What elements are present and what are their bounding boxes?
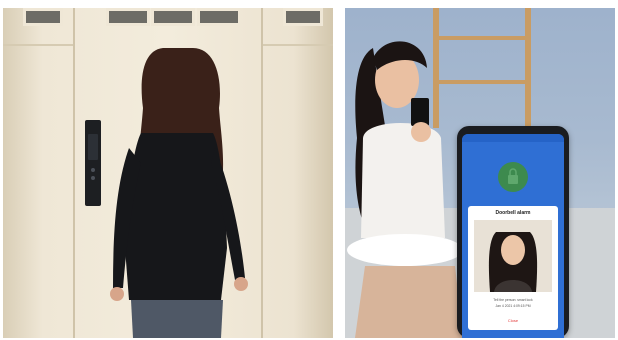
- door-rail: [263, 44, 333, 46]
- close-button[interactable]: Close: [492, 316, 534, 325]
- app-screen: Doorbell alarm Tell the person: smart lo…: [462, 134, 564, 338]
- visitor-portrait: [474, 220, 552, 292]
- keypad-dot: [91, 168, 95, 172]
- keypad-dot: [91, 176, 95, 180]
- app-header: [462, 143, 564, 153]
- dialog-message: Tell the person: smart lock: [493, 298, 533, 302]
- padlock-icon: [508, 168, 518, 184]
- door-photo: [3, 8, 333, 338]
- bookshelf: [525, 8, 531, 128]
- keypad: [88, 134, 98, 160]
- transom-window: [151, 8, 195, 26]
- door-panel-edge: [73, 8, 75, 338]
- transom-window: [106, 8, 150, 26]
- woman-from-behind: [110, 48, 248, 338]
- smartphone: Doorbell alarm Tell the person: smart lo…: [457, 126, 569, 338]
- dialog-timestamp: Jan 4 2021 4:09:15 PM: [495, 304, 531, 308]
- living-room-photo: Doorbell alarm Tell the person: smart lo…: [345, 8, 615, 338]
- visitor-photo: [474, 220, 552, 292]
- smart-lock: [85, 120, 101, 206]
- door-rail: [3, 44, 73, 46]
- transom-window: [23, 8, 63, 26]
- transom-window: [283, 8, 323, 26]
- status-bar: [462, 134, 564, 142]
- dialog-title: Doorbell alarm: [495, 210, 531, 216]
- transom-window: [197, 8, 241, 26]
- doorbell-alarm-dialog: Doorbell alarm Tell the person: smart lo…: [468, 206, 558, 330]
- lock-status-icon: [498, 162, 528, 192]
- woman-with-phone: [347, 41, 463, 338]
